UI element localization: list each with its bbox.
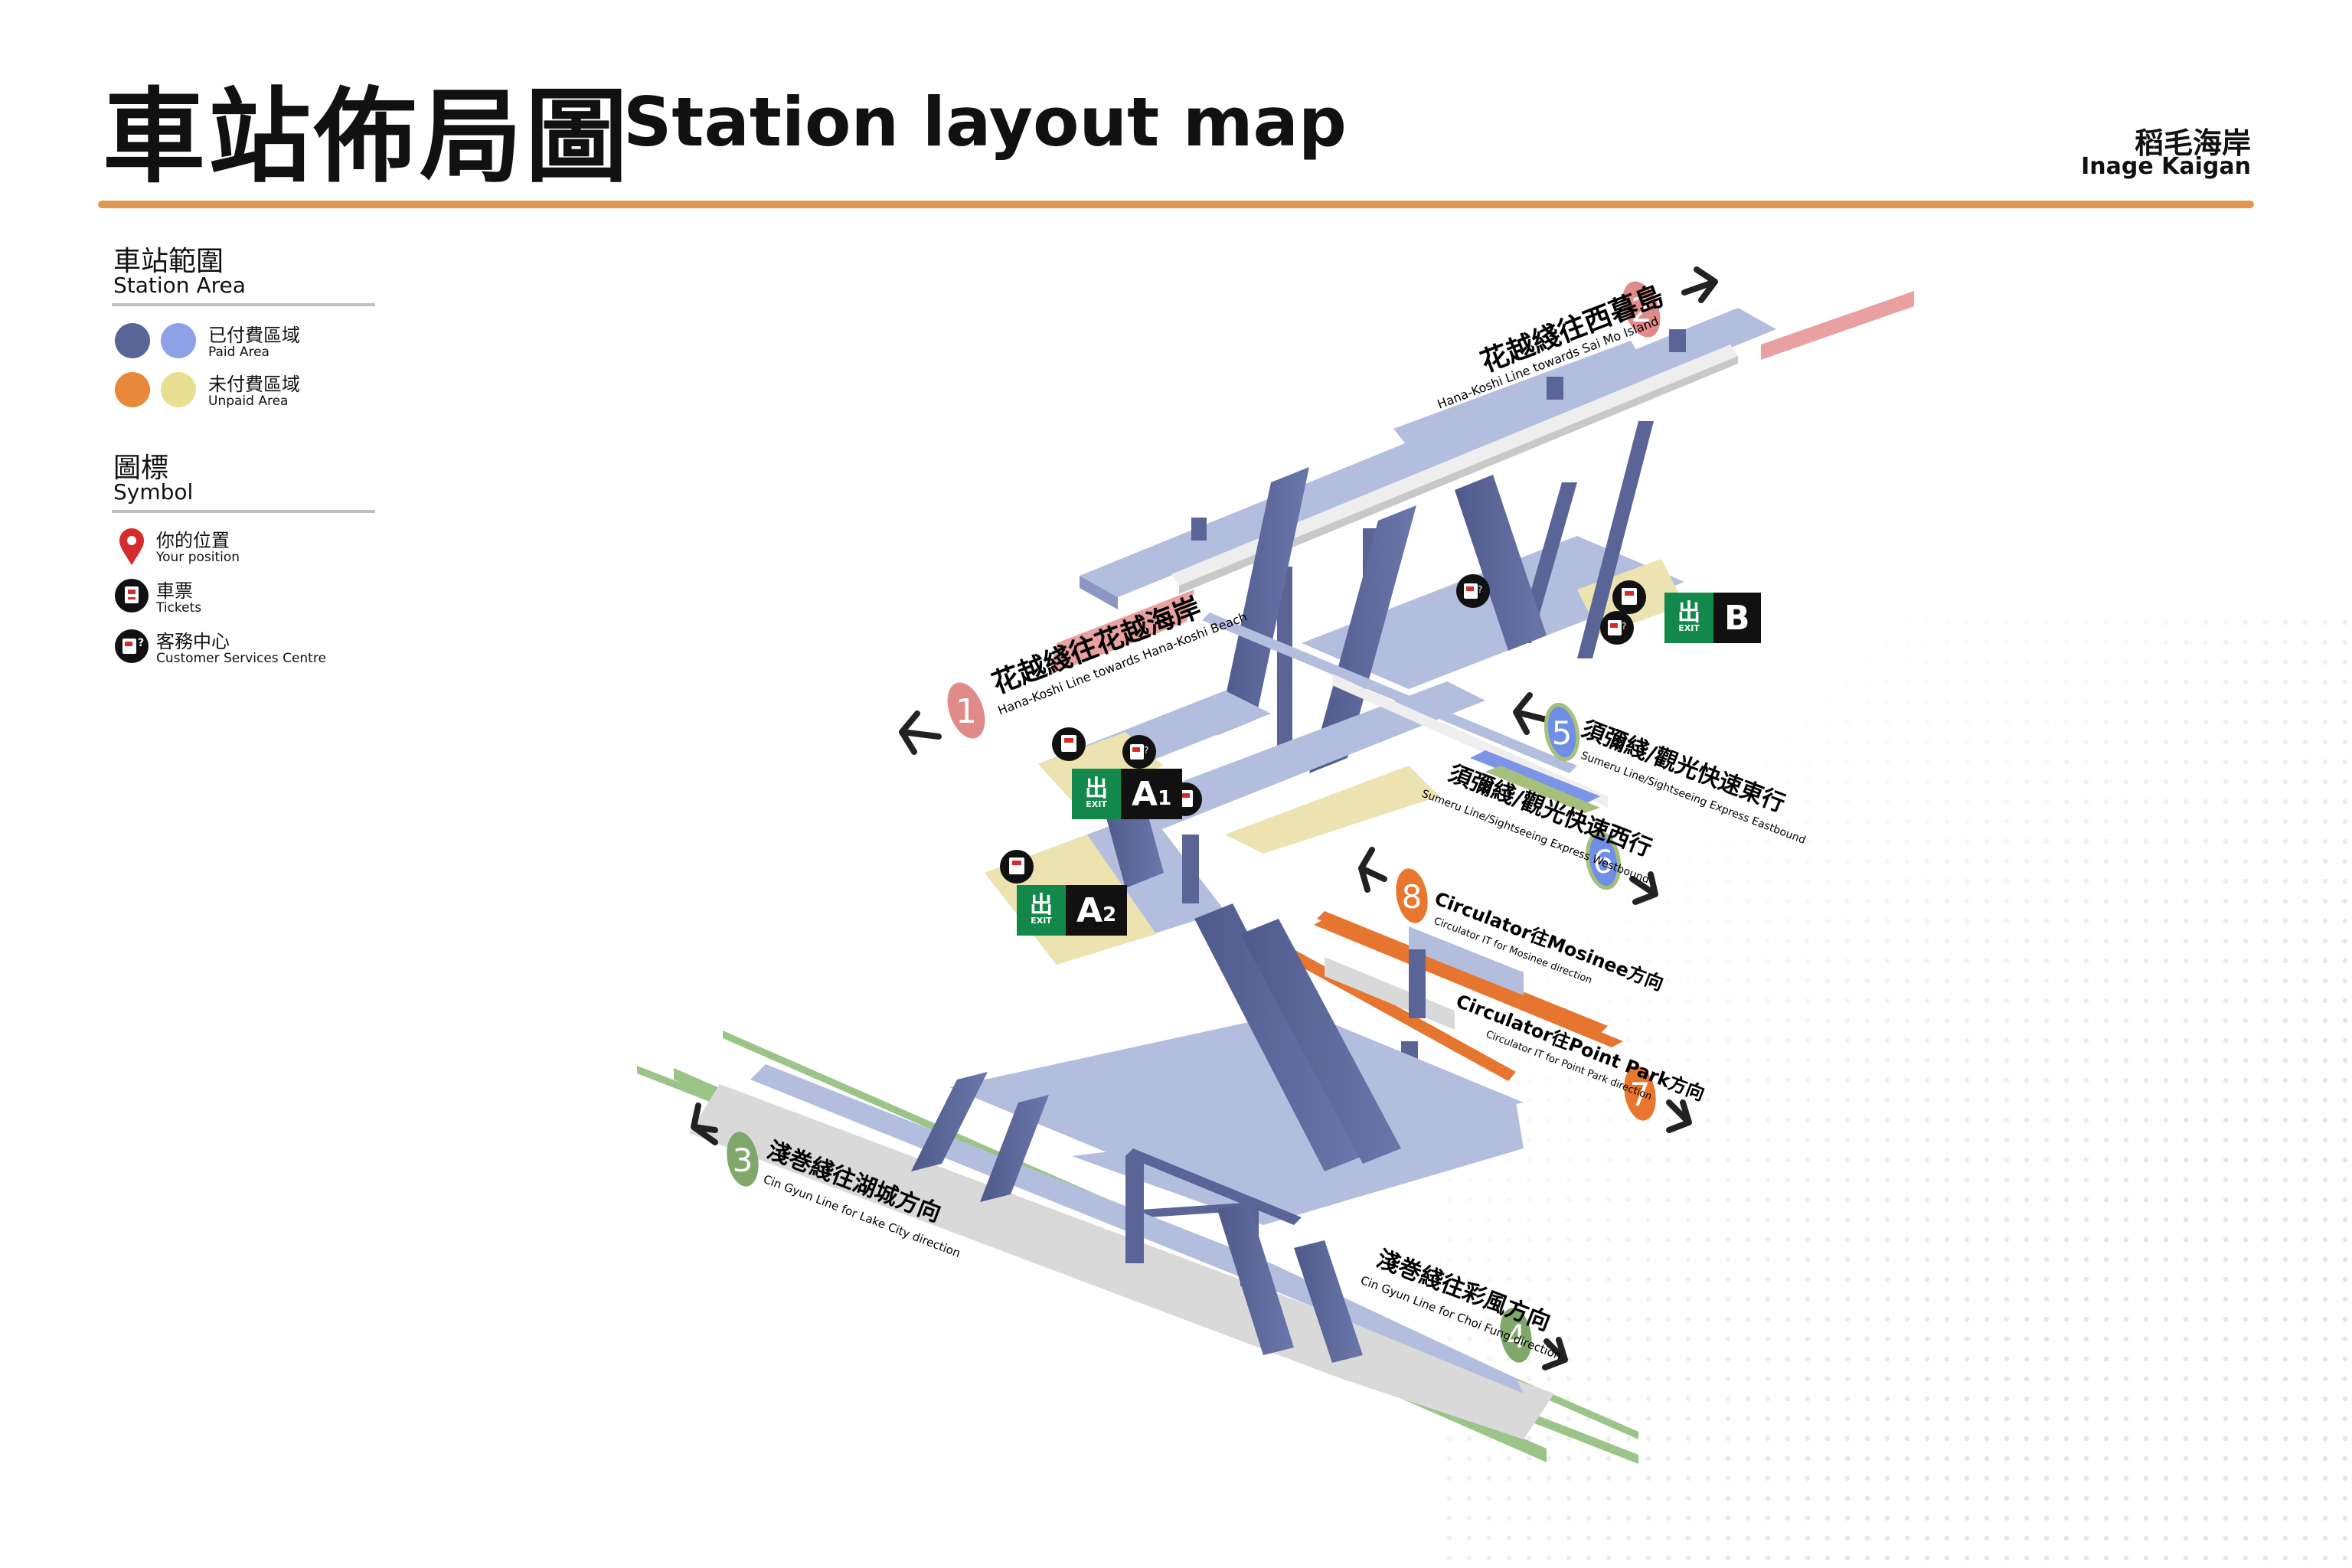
exit-icon: 出 EXIT [1664,593,1713,643]
platform-number: 5 [1552,714,1573,752]
exit-letter: A [1076,890,1103,930]
customer-service-icon: ? [1600,611,1634,645]
ticket-machine-icon [1052,727,1086,761]
exit-sign-b: 出 EXIT B [1664,593,1761,643]
track-hana-koshi-east [1761,291,1914,360]
arrow-left-icon [1513,692,1550,735]
exit-number: 1 [1158,787,1172,810]
arrow-right-icon [1666,1099,1692,1133]
platform-number: 1 [956,692,977,731]
exit-icon: 出 EXIT [1072,769,1121,819]
exit-letter: B [1724,598,1750,638]
platform-number: 8 [1402,878,1423,916]
platform-direction-zh: Circulator往Point Park方向 [1453,990,1707,1105]
ticket-machine-icon [1612,580,1646,614]
exit-sign-a1: 出 EXIT A1 [1072,769,1183,819]
exit-number: 2 [1102,903,1117,926]
exit-icon: 出 EXIT [1017,885,1066,936]
svg-text:?: ? [1144,745,1148,756]
exit-letter: A [1132,774,1158,814]
arrow-right-icon [1681,266,1718,303]
svg-text:?: ? [1622,621,1626,632]
arrow-left-icon [899,710,942,755]
arrow-left-icon [1358,847,1387,893]
customer-service-icon: ? [1456,574,1490,608]
ticket-machine-icon [1000,850,1034,884]
platform-number: 3 [733,1142,753,1179]
svg-text:?: ? [1478,584,1482,595]
exit-sign-a2: 出 EXIT A2 [1017,885,1128,936]
customer-service-icon: ? [1122,735,1156,769]
